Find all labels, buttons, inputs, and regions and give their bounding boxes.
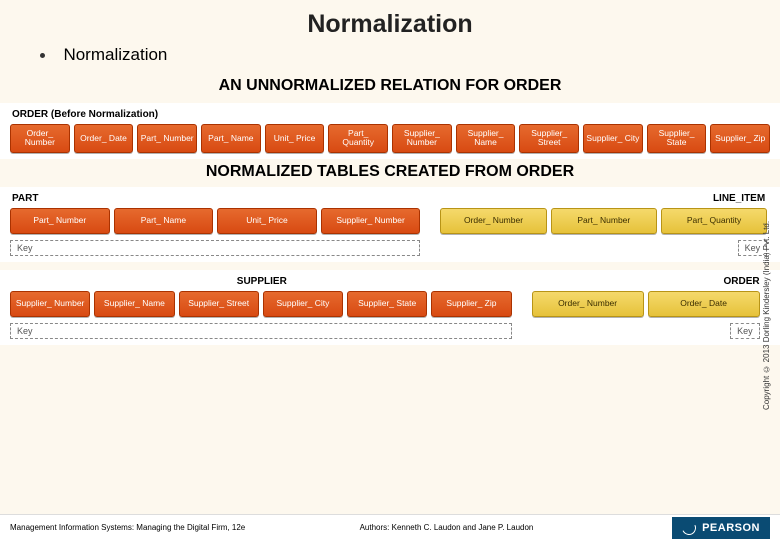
part-table: PART Part_ Number Part_ Name Unit_ Price…: [10, 191, 420, 256]
column-header: Supplier_ Number: [392, 124, 452, 153]
logo-text: PEARSON: [702, 522, 760, 534]
column-header: Part_ Number: [137, 124, 197, 153]
column-header: Supplier_ Number: [321, 208, 421, 234]
bullet-icon: [40, 53, 45, 58]
logo-swoosh-icon: [680, 519, 698, 537]
publisher-logo: PEARSON: [648, 517, 770, 539]
column-header: Unit_ Price: [265, 124, 325, 153]
column-header: Supplier_ State: [347, 291, 427, 317]
footer-authors: Authors: Kenneth C. Laudon and Jane P. L…: [360, 523, 649, 532]
subtitle-unnormalized: AN UNNORMALIZED RELATION FOR ORDER: [0, 71, 780, 103]
column-header: Order_ Number: [440, 208, 546, 234]
column-header: Supplier_ Name: [456, 124, 516, 153]
part-caption: PART: [10, 191, 38, 208]
supplier-table: SUPPLIER Supplier_ Number Supplier_ Name…: [10, 274, 512, 339]
bullet-row: Normalization: [0, 45, 780, 71]
order-caption: ORDER: [721, 274, 759, 291]
part-lineitem-section: PART Part_ Number Part_ Name Unit_ Price…: [0, 187, 780, 262]
column-header: Part_ Quantity: [328, 124, 388, 153]
lineitem-table: LINE_ITEM Order_ Number Part_ Number Par…: [440, 191, 767, 256]
subtitle-normalized: NORMALIZED TABLES CREATED FROM ORDER: [0, 159, 780, 187]
column-header: Supplier_ City: [263, 291, 343, 317]
order-before-row: Order_ Number Order_ Date Part_ Number P…: [10, 124, 770, 155]
part-key: Key: [10, 240, 420, 256]
column-header: Order_ Number: [10, 124, 70, 153]
supplier-key: Key: [10, 323, 512, 339]
column-header: Supplier_ State: [647, 124, 707, 153]
column-header: Supplier_ City: [583, 124, 643, 153]
slide-title: Normalization: [0, 0, 780, 45]
column-header: Part_ Name: [114, 208, 214, 234]
bullet-text: Normalization: [63, 45, 167, 64]
column-header: Order_ Number: [532, 291, 644, 317]
column-header: Part_ Number: [551, 208, 657, 234]
column-header: Order_ Date: [74, 124, 134, 153]
column-header: Part_ Number: [10, 208, 110, 234]
supplier-order-section: SUPPLIER Supplier_ Number Supplier_ Name…: [0, 270, 780, 345]
column-header: Unit_ Price: [217, 208, 317, 234]
order-before-caption: ORDER (Before Normalization): [10, 107, 770, 124]
order-before-section: ORDER (Before Normalization) Order_ Numb…: [0, 103, 780, 159]
lineitem-caption: LINE_ITEM: [711, 191, 767, 208]
order-key: Key: [730, 323, 760, 339]
footer: Management Information Systems: Managing…: [0, 514, 780, 540]
column-header: Part_ Name: [201, 124, 261, 153]
column-header: Supplier_ Name: [94, 291, 174, 317]
column-header: Part_ Quantity: [661, 208, 767, 234]
column-header: Supplier_ Street: [519, 124, 579, 153]
column-header: Supplier_ Zip: [431, 291, 511, 317]
column-header: Supplier_ Zip: [710, 124, 770, 153]
order-table: ORDER Order_ Number Order_ Date Key: [532, 274, 760, 339]
column-header: Supplier_ Number: [10, 291, 90, 317]
column-header: Order_ Date: [648, 291, 760, 317]
copyright-vertical: Copyright © 2013 Dorling Kindersley (Ind…: [762, 160, 776, 470]
column-header: Supplier_ Street: [179, 291, 259, 317]
footer-left: Management Information Systems: Managing…: [10, 523, 360, 532]
supplier-caption: SUPPLIER: [235, 274, 287, 291]
